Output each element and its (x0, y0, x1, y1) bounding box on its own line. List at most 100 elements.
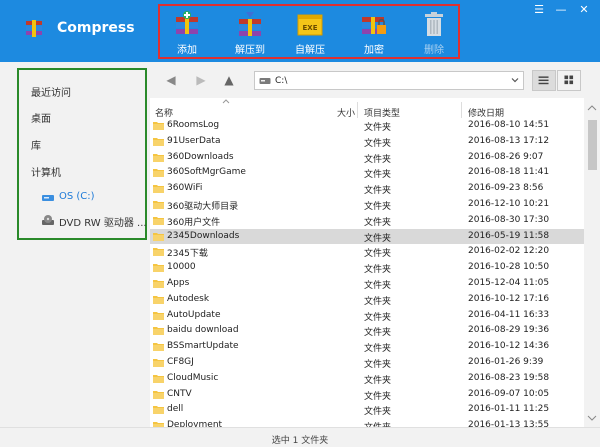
sidebar-item-recent[interactable]: 最近访问 (31, 84, 71, 99)
folder-icon (153, 216, 164, 225)
file-row[interactable]: 2345Downloads 文件夹 2016-05-19 11:58 (150, 228, 584, 245)
grid-view-button[interactable] (557, 70, 581, 91)
file-name: 360WiFi (167, 183, 203, 194)
folder-icon (153, 311, 164, 320)
file-date: 2016-09-07 10:05 (468, 388, 550, 399)
folder-icon (153, 248, 164, 257)
sort-ascending-icon (222, 99, 230, 104)
file-date: 2016-08-18 11:41 (468, 167, 550, 178)
file-type: 文件夹 (364, 249, 392, 260)
scroll-up-icon[interactable] (587, 104, 597, 112)
file-row[interactable]: 360用户文件 文件夹 2016-08-30 17:30 (150, 213, 584, 229)
file-name: 360SoftMgrGame (167, 167, 246, 178)
file-date: 2016-12-10 10:21 (468, 198, 550, 209)
file-name: CF8GJ (167, 356, 194, 367)
folder-icon (153, 406, 164, 415)
file-row[interactable]: AutoUpdate 文件夹 2016-04-11 16:33 (150, 308, 584, 324)
toolbar: 添加 解压到 EXE 自解压 加密 删除 (158, 4, 460, 59)
column-divider[interactable] (461, 102, 462, 118)
self-extract-button[interactable]: EXE 自解压 (283, 8, 337, 56)
file-row[interactable]: CF8GJ 文件夹 2016-01-26 9:39 (150, 355, 584, 371)
sidebar-item-computer[interactable]: 计算机 (31, 164, 61, 179)
folder-icon (153, 153, 164, 162)
status-text: 选中 1 文件夹 (271, 436, 329, 446)
forward-button[interactable]: ▶ (194, 73, 208, 87)
file-type: 文件夹 (364, 201, 392, 212)
address-bar-row: ◀ ▶ ▲ C:\ (150, 62, 600, 98)
sidebar-nav-box: 最近访问 桌面 库 计算机 OS (C:) DVD RW 驱动器 ... (17, 68, 147, 240)
file-row[interactable]: CloudMusic 文件夹 2016-08-23 19:58 (150, 371, 584, 387)
add-button[interactable]: 添加 (160, 8, 214, 56)
file-type: 文件夹 (364, 138, 392, 149)
file-date: 2016-08-29 19:36 (468, 325, 550, 336)
file-name: dell (167, 404, 184, 415)
folder-icon (153, 279, 164, 288)
folder-icon (153, 390, 164, 399)
file-date: 2016-01-26 9:39 (468, 356, 544, 367)
add-label: 添加 (177, 45, 197, 56)
title-bar: Compress 添加 解压到 EXE 自解压 加密 删除 ☰ — ✕ (0, 0, 600, 62)
file-date: 2016-01-11 11:25 (468, 404, 550, 415)
encrypt-icon (362, 17, 386, 34)
file-date: 2016-08-23 19:58 (468, 372, 550, 383)
extract-to-button[interactable]: 解压到 (223, 8, 277, 56)
file-row[interactable]: 10000 文件夹 2016-10-28 10:50 (150, 260, 584, 276)
sidebar-item-desktop[interactable]: 桌面 (31, 110, 51, 125)
list-view-button[interactable] (532, 70, 556, 91)
file-name: Deployment (167, 420, 223, 427)
minimize-button[interactable]: — (553, 2, 569, 18)
folder-icon (153, 295, 164, 304)
delete-label: 删除 (424, 45, 444, 56)
file-date: 2016-08-26 9:07 (468, 151, 544, 162)
file-list-header: 名称 大小 项目类型 修改日期 (150, 98, 584, 119)
scrollbar-thumb[interactable] (588, 120, 597, 170)
drive-dvd-label: DVD RW 驱动器 ... (59, 218, 147, 229)
file-name: CloudMusic (167, 372, 219, 383)
file-date: 2016-08-30 17:30 (468, 214, 550, 225)
file-row[interactable]: Deployment 文件夹 2016-01-13 13:55 (150, 418, 584, 427)
file-name: 2345下载 (167, 249, 208, 260)
folder-icon (153, 327, 164, 336)
file-row[interactable]: Autodesk 文件夹 2016-10-12 17:16 (150, 292, 584, 308)
file-row[interactable]: 360驱动大师目录 文件夹 2016-12-10 10:21 (150, 197, 584, 213)
file-type: 文件夹 (364, 217, 392, 228)
file-row[interactable]: 6RoomsLog 文件夹 2016-08-10 14:51 (150, 118, 584, 134)
file-date: 2016-04-11 16:33 (468, 309, 550, 320)
file-row[interactable]: 360SoftMgrGame 文件夹 2016-08-18 11:41 (150, 165, 584, 181)
file-row[interactable]: BSSmartUpdate 文件夹 2016-10-12 14:36 (150, 339, 584, 355)
file-row[interactable]: CNTV 文件夹 2016-09-07 10:05 (150, 387, 584, 403)
file-type: 文件夹 (364, 170, 392, 181)
file-row[interactable]: 91UserData 文件夹 2016-08-13 17:12 (150, 134, 584, 150)
file-type: 文件夹 (364, 407, 392, 418)
up-button[interactable]: ▲ (222, 73, 236, 87)
file-row[interactable]: baidu download 文件夹 2016-08-29 19:36 (150, 323, 584, 339)
file-name: 2345Downloads (167, 230, 240, 241)
chevron-down-icon[interactable] (510, 75, 520, 85)
delete-button[interactable]: 删除 (407, 8, 461, 56)
folder-icon (153, 122, 164, 130)
file-type: 文件夹 (364, 186, 392, 197)
file-name: AutoUpdate (167, 309, 221, 320)
close-button[interactable]: ✕ (576, 2, 592, 18)
sidebar: 最近访问 桌面 库 计算机 OS (C:) DVD RW 驱动器 ... (0, 62, 150, 427)
vertical-scrollbar[interactable] (584, 98, 600, 427)
path-input[interactable]: C:\ (254, 71, 524, 90)
menu-icon[interactable]: ☰ (531, 2, 547, 18)
file-row[interactable]: Apps 文件夹 2015-12-04 11:05 (150, 276, 584, 292)
file-type: 文件夹 (364, 312, 392, 323)
file-date: 2016-01-13 13:55 (468, 420, 550, 427)
file-row[interactable]: dell 文件夹 2016-01-11 11:25 (150, 402, 584, 418)
file-row[interactable]: 2345下载 文件夹 2016-02-02 12:20 (150, 244, 584, 260)
column-divider[interactable] (357, 102, 358, 118)
file-row[interactable]: 360Downloads 文件夹 2016-08-26 9:07 (150, 150, 584, 166)
self-extract-exe-icon: EXE (297, 14, 323, 36)
scroll-down-icon[interactable] (587, 414, 597, 422)
encrypt-button[interactable]: 加密 (347, 8, 401, 56)
file-row[interactable]: 360WiFi 文件夹 2016-09-23 8:56 (150, 181, 584, 197)
folder-icon (153, 137, 164, 146)
extract-to-icon (239, 12, 261, 36)
back-button[interactable]: ◀ (164, 73, 178, 87)
sidebar-item-library[interactable]: 库 (31, 137, 41, 152)
file-type: 文件夹 (364, 233, 392, 244)
file-type: 文件夹 (364, 359, 392, 370)
